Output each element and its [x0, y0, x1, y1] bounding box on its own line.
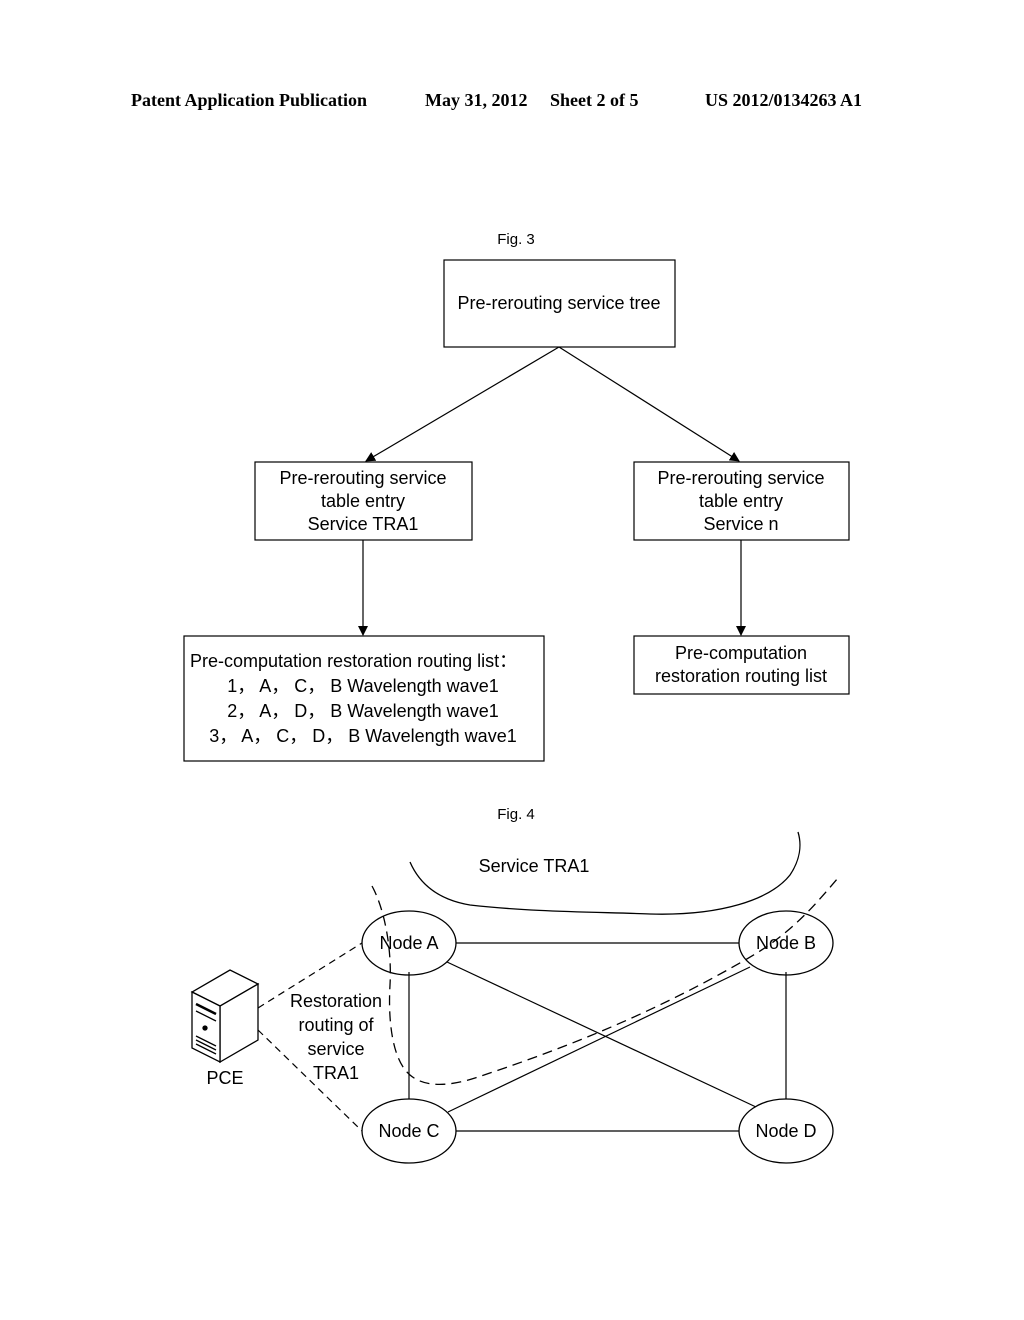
table-entry-tra1-line-3: Service TRA1 — [308, 514, 419, 534]
routing-list-n-box: Pre-computation restoration routing list — [633, 635, 850, 695]
link-a-d — [446, 961, 757, 1108]
routing-list-item-3: 3， A， C， D， B Wavelength wave1 — [209, 726, 516, 746]
tree-root-box: Pre-rerouting service tree — [443, 259, 676, 348]
restoration-label-line-3: service — [307, 1039, 364, 1059]
node-c-label: Node C — [378, 1121, 439, 1141]
link-c-b — [447, 966, 751, 1113]
arrow-root-to-right — [558, 346, 740, 462]
table-entry-n-box: Pre-rerouting service table entry Servic… — [633, 461, 850, 541]
arrow-root-to-left — [365, 346, 560, 462]
tree-root-label: Pre-rerouting service tree — [457, 293, 660, 313]
node-a: Node A — [361, 910, 457, 976]
routing-list-n-line-2: restoration routing list — [655, 666, 827, 686]
node-d-label: Node D — [755, 1121, 816, 1141]
server-icon — [190, 969, 260, 1064]
restoration-label-line-2: routing of — [298, 1015, 374, 1035]
diagram-canvas: Fig. 3 Pre-rerouting service tree Pre-re… — [183, 231, 850, 1164]
service-tra1-label: Service TRA1 — [479, 856, 590, 876]
restoration-label-line-4: TRA1 — [313, 1063, 359, 1083]
fig4-caption: Fig. 4 — [497, 806, 535, 823]
table-entry-n-line-3: Service n — [703, 514, 778, 534]
table-entry-tra1-line-1: Pre-rerouting service — [279, 468, 446, 488]
node-c: Node C — [361, 1098, 457, 1164]
table-entry-n-line-1: Pre-rerouting service — [657, 468, 824, 488]
routing-list-item-1: 1， A， C， B Wavelength wave1 — [227, 676, 498, 696]
table-entry-tra1-line-2: table entry — [321, 491, 405, 511]
node-b: Node B — [738, 910, 834, 976]
table-entry-tra1-box: Pre-rerouting service table entry Servic… — [254, 461, 473, 541]
node-d: Node D — [738, 1098, 834, 1164]
service-tra1-boundary — [409, 831, 801, 915]
pce-label: PCE — [206, 1068, 243, 1088]
routing-list-title: Pre-computation restoration routing list… — [190, 651, 517, 671]
node-b-label: Node B — [756, 933, 816, 953]
restoration-route — [371, 877, 839, 1085]
fig3-caption: Fig. 3 — [497, 231, 535, 248]
node-a-label: Node A — [379, 933, 438, 953]
restoration-label-line-1: Restoration — [290, 991, 382, 1011]
routing-list-n-line-1: Pre-computation — [675, 643, 807, 663]
table-entry-n-line-2: table entry — [699, 491, 783, 511]
routing-list-tra1-box: Pre-computation restoration routing list… — [183, 635, 545, 762]
routing-list-item-2: 2， A， D， B Wavelength wave1 — [227, 701, 498, 721]
